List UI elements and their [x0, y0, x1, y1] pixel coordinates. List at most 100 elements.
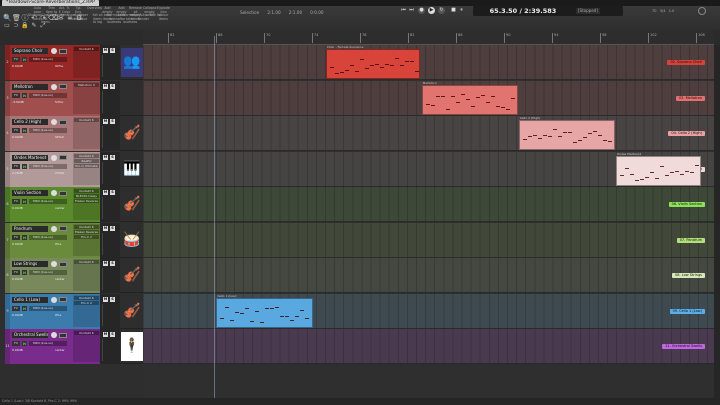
toolbar-icon[interactable]: ↷ [39, 14, 47, 22]
tempo-readout[interactable]: 70 3/4 1.0 [652, 9, 674, 13]
selection-end[interactable]: 2:1.00 [289, 10, 302, 15]
io-button[interactable] [59, 48, 67, 54]
solo-button[interactable]: S [110, 225, 115, 231]
toolbar-icon[interactable]: ✎ [30, 22, 38, 30]
track-name[interactable]: Orchestral Swells [12, 332, 48, 338]
toolbar-button[interactable]: Overview [87, 6, 102, 11]
time-signature[interactable]: 3/4 [660, 9, 666, 13]
toolbar-icon[interactable]: ⚙ [75, 14, 83, 22]
routing-icon[interactable]: ⋈ [22, 57, 27, 62]
track-name[interactable]: Ondes Martenot [12, 154, 48, 161]
midi-item[interactable]: Choir - Female Sopranos [325, 45, 420, 79]
midi-item[interactable]: Cello 2 (High) [518, 116, 615, 150]
toolbar-button[interactable]: Normalize items loudness [107, 13, 123, 25]
solo-button[interactable]: S [110, 119, 115, 124]
track-header[interactable]: 11 Orchestral Swells FX ⋈ MIDI (bus-us) 0.00d… [5, 329, 100, 364]
io-button[interactable] [59, 261, 67, 267]
track-header[interactable]: 4 Cello 2 (High) FX ⋈ MIDI (bus-us) 0.00dB 90%… [5, 116, 100, 151]
io-button[interactable] [59, 297, 67, 302]
routing-icon[interactable]: ⋈ [22, 270, 27, 275]
vertical-scrollbar[interactable] [714, 45, 720, 398]
volume-readout[interactable]: 0.00dB [12, 64, 23, 68]
selection-length[interactable]: 0:0.00 [310, 10, 323, 15]
loop-button[interactable]: ↻ [438, 7, 445, 14]
track-lane[interactable]: 07. Pandrum [143, 222, 714, 258]
track[interactable]: 6 Violin Section FX ⋈ MIDI (bus-us) 0.00dB cen… [5, 187, 143, 222]
track[interactable]: 7 Pandrum FX ⋈ MIDI (bus-us) 0.00dB 9%L Kontakt… [5, 222, 143, 258]
fx-chain[interactable]: Mellotron V [73, 81, 100, 114]
io-button[interactable] [59, 226, 67, 231]
toolbar-icon[interactable]: ⓘ [21, 14, 29, 22]
midi-item[interactable]: Ondes Martenot [615, 152, 702, 186]
fx-button[interactable]: FX [12, 57, 20, 62]
routing-icon[interactable]: ⋈ [22, 199, 27, 204]
volume-readout[interactable]: 0.00dB [12, 348, 23, 352]
toolbar-button[interactable]: Set all items to lag [91, 13, 104, 25]
midi-output-select[interactable]: MIDI (bus-us) [29, 305, 67, 311]
pan-readout[interactable]: 9%L [55, 313, 61, 317]
pan-readout[interactable]: center [55, 206, 65, 210]
toolbar-icon[interactable]: ⌫ [48, 14, 58, 22]
pan-readout[interactable]: center [55, 348, 65, 352]
track-header[interactable]: 9 Cello 1 (Low) FX ⋈ MIDI (bus-us) 0.00dB 9%L K… [5, 293, 100, 329]
toolbar-button[interactable]: Edit list [149, 13, 162, 18]
track-lane[interactable]: 08. Low Strings [143, 258, 714, 293]
routing-icon[interactable]: ⋈ [22, 305, 27, 311]
track-header[interactable]: 8 Low Strings FX ⋈ MIDI (bus-us) 0.00dB center… [5, 258, 100, 293]
fx-slot[interactable]: ReaEQ [74, 158, 99, 163]
track[interactable]: 3 Mellotron FX ⋈ MIDI (bus-us) -3.00dB 54%L Mel… [5, 80, 143, 116]
mute-button[interactable]: M [103, 190, 108, 195]
track[interactable]: 9 Cello 1 (Low) FX ⋈ MIDI (bus-us) 0.00dB 9%L K… [5, 293, 143, 329]
track-header[interactable]: 2 Soprano Choir FX ⋈ MIDI (bus-us) 0.00dB 90%L… [5, 45, 100, 80]
volume-readout[interactable]: 0.00dB [12, 206, 23, 210]
midi-output-select[interactable]: MIDI (bus-us) [29, 57, 67, 62]
record-arm-button[interactable] [51, 261, 57, 267]
track-name[interactable]: Pandrum [12, 225, 48, 232]
track[interactable]: 8 Low Strings FX ⋈ MIDI (bus-us) 0.00dB center… [5, 258, 143, 293]
fx-chain[interactable]: Kontakt 6 BLEASS Delay Eleken Reverse [73, 188, 100, 220]
track[interactable]: 4 Cello 2 (High) FX ⋈ MIDI (bus-us) 0.00dB 90%… [5, 116, 143, 151]
track-lane[interactable]: 11. Orchestral Swells [143, 329, 714, 364]
fx-button[interactable]: FX [12, 270, 20, 275]
track-lane[interactable]: 03. Mellotron Mellotron [143, 80, 714, 116]
io-button[interactable] [59, 84, 67, 89]
midi-output-select[interactable]: MIDI (bus-us) [29, 341, 67, 346]
solo-button[interactable]: S [110, 190, 115, 195]
track-name[interactable]: Low Strings [12, 261, 48, 267]
bpm[interactable]: 70 [652, 9, 656, 13]
mute-button[interactable]: M [103, 225, 108, 231]
track-lane[interactable]: 04. Cello 2 (High) Cello 2 (High) [143, 116, 714, 151]
midi-output-select[interactable]: MIDI (bus-us) [29, 128, 67, 133]
track[interactable]: 11 Orchestral Swells FX ⋈ MIDI (bus-us) 0.00d… [5, 329, 143, 364]
io-button[interactable] [59, 190, 67, 196]
track-header[interactable]: 6 Violin Section FX ⋈ MIDI (bus-us) 0.00dB cen… [5, 187, 100, 222]
fx-slot[interactable]: BLEASS Delay [74, 194, 99, 198]
record-arm-button[interactable] [51, 154, 57, 161]
fx-slot[interactable]: Pro-C 2 [74, 300, 99, 305]
stop-button[interactable]: ■ [450, 7, 457, 14]
fx-slot[interactable]: Eleken Reverse [74, 229, 99, 234]
fx-chain[interactable]: Kontakt 6 [73, 117, 100, 149]
solo-button[interactable]: S [110, 296, 115, 302]
mute-button[interactable]: M [103, 119, 108, 124]
rewind-button[interactable]: ⏮ [400, 7, 407, 14]
fx-slot[interactable]: Mellotron V [74, 82, 99, 87]
mute-button[interactable]: M [103, 296, 108, 302]
solo-button[interactable]: S [110, 332, 115, 337]
record-arm-button[interactable] [51, 119, 57, 125]
toolbar-icon[interactable]: ⊃ [12, 22, 20, 30]
solo-button[interactable]: S [110, 83, 115, 89]
fx-button[interactable]: FX [12, 128, 20, 133]
track-name[interactable]: Violin Section [12, 190, 48, 196]
fx-chain[interactable]: Kontakt 6 [73, 46, 100, 78]
midi-output-select[interactable]: MIDI (bus-us) [29, 199, 67, 204]
pan-readout[interactable]: 90%L [55, 64, 63, 68]
fx-button[interactable]: FX [12, 92, 20, 98]
routing-icon[interactable]: ⋈ [22, 234, 27, 240]
fx-slot[interactable]: Kontakt 6 [74, 295, 99, 300]
pan-readout[interactable]: 9%L [55, 242, 61, 246]
routing-icon[interactable]: ⋈ [22, 92, 27, 98]
fx-button[interactable]: FX [12, 234, 20, 240]
volume-readout[interactable]: 0.00dB [12, 313, 23, 317]
fx-slot[interactable]: Eleken Reverse [74, 199, 99, 203]
